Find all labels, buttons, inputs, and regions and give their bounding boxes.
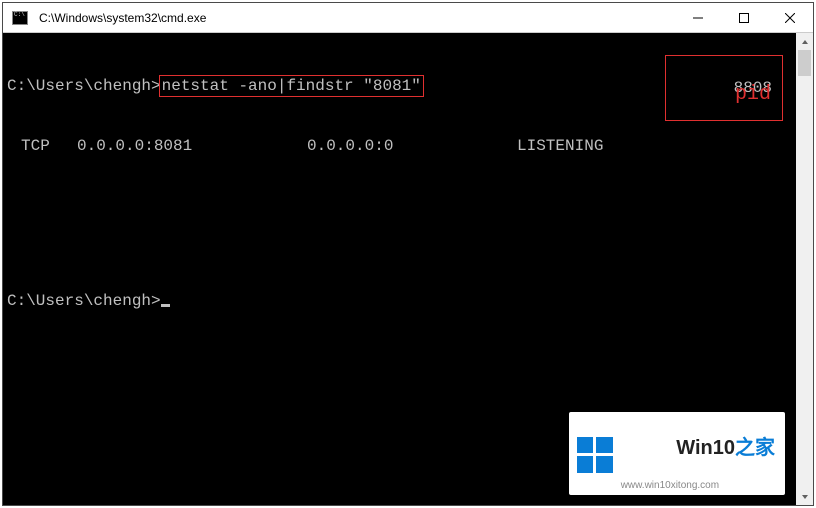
command-highlight-box: netstat -ano|findstr "8081" xyxy=(159,75,424,97)
pid-annotation-label: pid xyxy=(735,85,771,105)
window-title: C:\Windows\system32\cmd.exe xyxy=(37,11,675,25)
scrollbar-track[interactable] xyxy=(796,50,813,488)
scroll-down-button[interactable] xyxy=(796,488,813,505)
scrollbar-thumb[interactable] xyxy=(798,50,811,76)
prompt: C:\Users\chengh> xyxy=(7,76,161,96)
prompt: C:\Users\chengh> xyxy=(7,291,161,311)
foreign-address-cell: 0.0.0.0:0 xyxy=(307,136,517,156)
cmd-icon xyxy=(3,11,37,25)
cursor xyxy=(161,304,170,307)
window-controls xyxy=(675,3,813,32)
state-cell: LISTENING xyxy=(517,136,637,156)
minimize-button[interactable] xyxy=(675,3,721,32)
netstat-result-row: TCP 0.0.0.0:8081 0.0.0.0:0 LISTENING xyxy=(7,135,813,157)
local-address-cell: 0.0.0.0:8081 xyxy=(77,136,307,156)
vertical-scrollbar[interactable] xyxy=(796,33,813,505)
scroll-up-button[interactable] xyxy=(796,33,813,50)
watermark-title: Win10之家 xyxy=(621,418,775,478)
windows-logo-icon xyxy=(577,437,613,473)
watermark: Win10之家 www.win10xitong.com xyxy=(569,412,785,495)
cmd-window: C:\Windows\system32\cmd.exe C:\Users\che… xyxy=(2,2,814,506)
proto-cell: TCP xyxy=(7,136,77,156)
terminal-area[interactable]: C:\Users\chengh>netstat -ano|findstr "80… xyxy=(3,33,813,505)
prompt-line: C:\Users\chengh> xyxy=(7,291,813,311)
maximize-button[interactable] xyxy=(721,3,767,32)
watermark-url: www.win10xitong.com xyxy=(621,481,775,491)
close-button[interactable] xyxy=(767,3,813,32)
command-text: netstat -ano|findstr "8081" xyxy=(162,77,421,95)
titlebar[interactable]: C:\Windows\system32\cmd.exe xyxy=(3,3,813,33)
